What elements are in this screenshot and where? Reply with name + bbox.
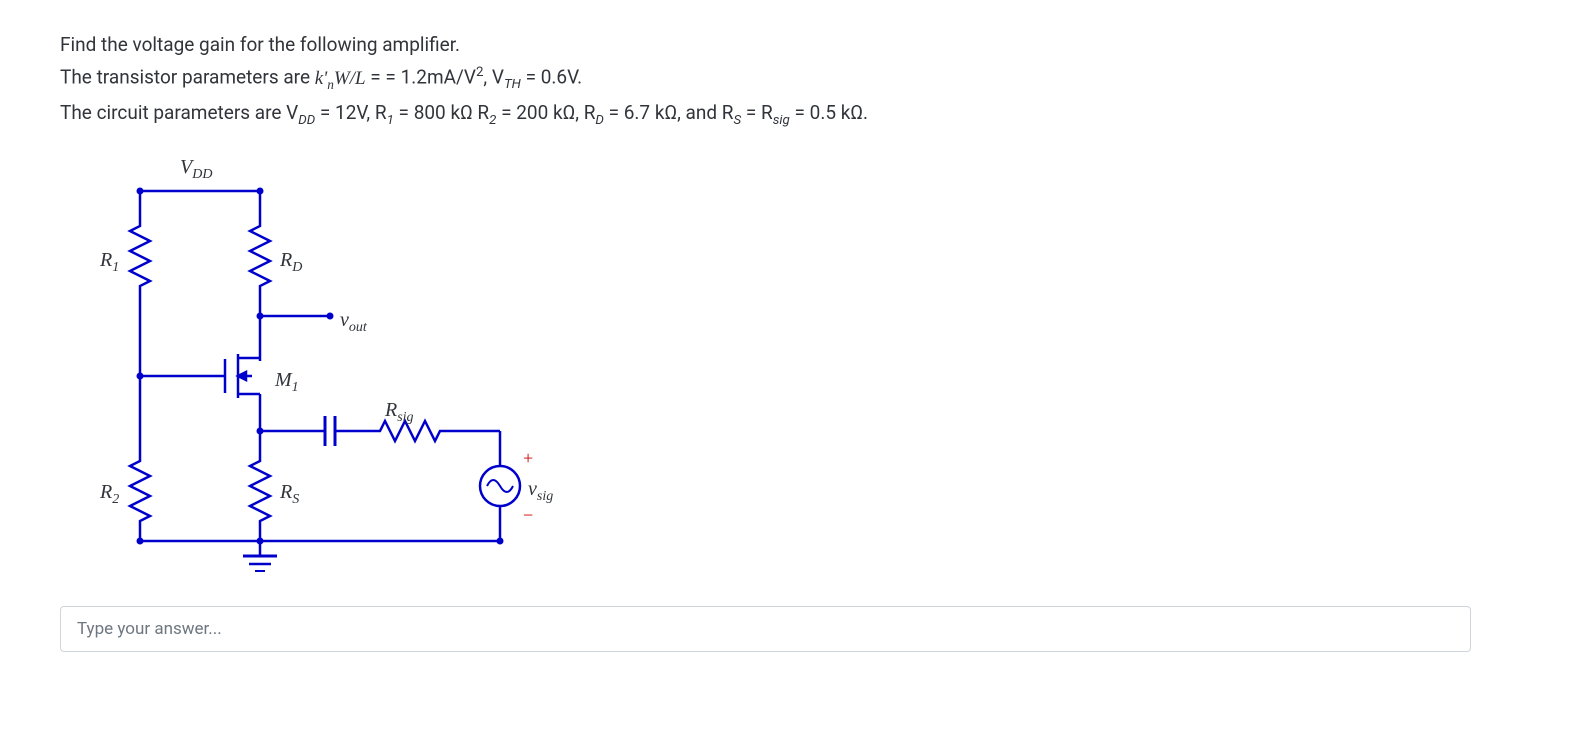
question-line-2: The transistor parameters are k'nW/L = =… xyxy=(60,62,1530,95)
label-r2: R2 xyxy=(100,476,119,511)
circuit-svg xyxy=(80,146,680,586)
label-rd: RD xyxy=(280,244,302,279)
label-rs: RS xyxy=(280,476,299,511)
label-rsig: Rsig xyxy=(385,394,414,429)
label-plus: + xyxy=(523,444,533,473)
label-vout: vout xyxy=(340,304,367,339)
question-text: Find the voltage gain for the following … xyxy=(60,30,1530,131)
circuit-diagram: VDD R1 RD vout M1 Rsig R2 RS vsig + − xyxy=(80,146,680,586)
question-line-3: The circuit parameters are VDD = 12V, R1… xyxy=(60,98,1530,131)
answer-input[interactable] xyxy=(60,606,1471,652)
question-line-1: Find the voltage gain for the following … xyxy=(60,30,1530,60)
label-minus: − xyxy=(523,501,533,530)
label-vdd: VDD xyxy=(180,151,212,186)
label-m1: M1 xyxy=(275,364,299,399)
label-r1: R1 xyxy=(100,244,119,279)
